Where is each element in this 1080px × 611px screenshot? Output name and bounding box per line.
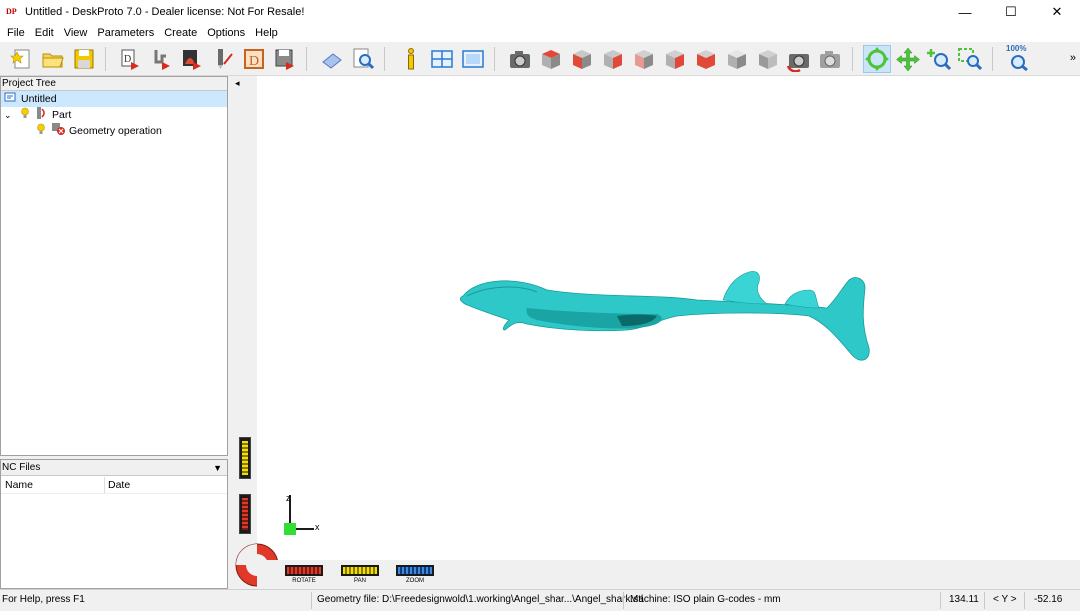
status-coord-y: -52.16: [1034, 594, 1063, 605]
part-params-icon[interactable]: [147, 45, 175, 73]
3d-viewport[interactable]: ◂ z x ROTATE PAN ZOOM: [231, 76, 1080, 589]
new-project-icon[interactable]: [8, 45, 36, 73]
lightbulb-icon[interactable]: [20, 107, 32, 124]
view-right-icon[interactable]: [599, 45, 627, 73]
status-coord-x: 134.11: [949, 594, 979, 605]
pan-legend-bar: [341, 565, 379, 576]
project-params-icon[interactable]: D: [116, 45, 144, 73]
status-machine: Machine: ISO plain G-codes - mm: [630, 594, 781, 605]
menu-create[interactable]: Create: [159, 24, 202, 42]
rotate-slider-red[interactable]: [239, 494, 251, 534]
chevron-down-icon[interactable]: ⌄: [4, 107, 16, 123]
view-iso-icon[interactable]: [723, 45, 751, 73]
z-axis-label: z: [286, 493, 291, 503]
info-icon[interactable]: [397, 45, 425, 73]
menu-view[interactable]: View: [59, 24, 93, 42]
collapse-arrow-icon[interactable]: ◂: [235, 78, 240, 89]
viewport-left-strip: ◂: [231, 76, 279, 589]
create-toolpath-icon[interactable]: D: [240, 45, 268, 73]
pan-slider-yellow[interactable]: [239, 437, 251, 479]
rotate-legend-label: ROTATE: [292, 578, 316, 584]
camera-gray-icon[interactable]: [816, 45, 844, 73]
app-icon: DP: [6, 7, 17, 16]
erase-icon[interactable]: [318, 45, 346, 73]
title-bar: DP Untitled - DeskProto 7.0 - Dealer lic…: [0, 0, 1080, 24]
view-bottom-icon[interactable]: [692, 45, 720, 73]
operation-params-icon[interactable]: [178, 45, 206, 73]
view-top-icon[interactable]: [537, 45, 565, 73]
project-tree-panel: Project Tree Untitled ⌄ Part Geometry op…: [0, 76, 228, 456]
camera-red-icon[interactable]: [785, 45, 813, 73]
x-axis-label: x: [315, 522, 320, 532]
operation-error-icon: [51, 122, 67, 141]
dropdown-arrow-icon[interactable]: ▼: [213, 460, 222, 476]
angel-shark-model[interactable]: [457, 268, 877, 368]
viewport-bottom-strip: ROTATE PAN ZOOM: [257, 560, 1080, 589]
column-header-date[interactable]: Date: [108, 479, 130, 491]
maximize-button[interactable]: ☐: [988, 0, 1034, 24]
x-axis-line: [296, 528, 314, 530]
nc-files-columns: Name Date: [1, 476, 227, 494]
tool-icon[interactable]: [209, 45, 237, 73]
zoom-100-label: 100%: [1006, 44, 1027, 53]
view-iso-alt-icon[interactable]: [754, 45, 782, 73]
window-title: Untitled - DeskProto 7.0 - Dealer licens…: [25, 6, 305, 18]
nc-files-title: NC Files: [2, 462, 41, 473]
nc-files-header: NC Files ▼: [1, 460, 227, 476]
view-front-icon[interactable]: [568, 45, 596, 73]
toolbar-overflow-chevron[interactable]: »: [1070, 52, 1076, 64]
view-back-icon[interactable]: [630, 45, 658, 73]
open-folder-icon[interactable]: [39, 45, 67, 73]
single-viewport-icon[interactable]: [459, 45, 487, 73]
zoom-legend-label: ZOOM: [406, 578, 424, 584]
column-header-name[interactable]: Name: [5, 479, 33, 491]
preview-icon[interactable]: [349, 45, 377, 73]
save-nc-icon[interactable]: [271, 45, 299, 73]
minimize-button[interactable]: —: [942, 0, 988, 24]
camera-icon[interactable]: [506, 45, 534, 73]
status-bar: For Help, press F1 Geometry file: D:\Fre…: [0, 589, 1080, 611]
menu-file[interactable]: File: [2, 24, 30, 42]
rotate-tool-icon[interactable]: [863, 45, 891, 73]
status-geometry-file: Geometry file: D:\Freedesignwold\1.worki…: [317, 594, 644, 605]
menu-help[interactable]: Help: [250, 24, 283, 42]
svg-text:D: D: [124, 54, 131, 65]
tree-item-geometry-operation[interactable]: Geometry operation: [1, 122, 162, 141]
menu-parameters[interactable]: Parameters: [92, 24, 159, 42]
close-button[interactable]: ✕: [1034, 0, 1080, 24]
status-coord-axis: < Y >: [993, 594, 1017, 605]
pan-tool-icon[interactable]: [894, 45, 922, 73]
tree-item-geometry-operation-label: Geometry operation: [69, 125, 162, 137]
status-help: For Help, press F1: [2, 594, 85, 605]
menu-bar: File Edit View Parameters Create Options…: [0, 24, 1080, 42]
menu-options[interactable]: Options: [202, 24, 250, 42]
axis-origin-cube: [284, 523, 296, 535]
project-icon: [4, 91, 18, 108]
svg-text:D: D: [249, 54, 259, 69]
zoom-window-icon[interactable]: [956, 45, 984, 73]
pan-legend-label: PAN: [354, 578, 366, 584]
project-tree-header: Project Tree: [1, 77, 227, 91]
nc-files-panel: NC Files ▼ Name Date: [0, 459, 228, 589]
toolbar: D D 100% »: [0, 42, 1080, 76]
rotate-legend-bar: [285, 565, 323, 576]
viewports-icon[interactable]: [428, 45, 456, 73]
menu-edit[interactable]: Edit: [30, 24, 59, 42]
lightbulb-icon[interactable]: [36, 123, 48, 140]
save-icon[interactable]: [70, 45, 98, 73]
view-left-icon[interactable]: [661, 45, 689, 73]
zoom-legend-bar: [396, 565, 434, 576]
zoom-tool-icon[interactable]: [925, 45, 953, 73]
